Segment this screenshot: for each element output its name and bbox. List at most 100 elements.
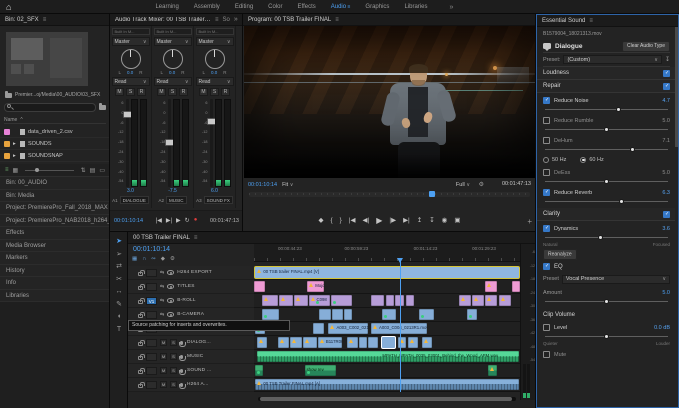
level-checkbox[interactable]: [543, 324, 550, 331]
track-solo-button[interactable]: S: [170, 367, 177, 374]
timeline-clip[interactable]: [459, 295, 471, 306]
nest-icon[interactable]: ▦: [132, 256, 137, 262]
insert-effect-slot[interactable]: Built In M...: [196, 28, 234, 35]
audio-track-header[interactable]: M S MUSIC: [128, 350, 254, 364]
video-track-header[interactable]: ⇆ H264 EXPORT: [128, 266, 254, 280]
track-lane-titles[interactable]: Mojo: [254, 280, 520, 294]
track-lock-icon[interactable]: [138, 356, 143, 360]
bin-item-row[interactable]: ▸ SOUNDSNAP: [0, 150, 110, 162]
overflow-icon[interactable]: [234, 16, 238, 23]
add-marker-icon[interactable]: ◆: [161, 256, 165, 262]
parameter-checkbox[interactable]: [543, 169, 550, 176]
mute-button[interactable]: M: [199, 88, 208, 96]
delete-icon[interactable]: ▭: [99, 167, 105, 174]
track-name[interactable]: TITLES: [177, 284, 194, 289]
extract-icon[interactable]: ↧: [429, 216, 434, 224]
panel-menu-icon[interactable]: [43, 16, 47, 23]
parameter-slider[interactable]: [545, 198, 668, 205]
volume-fader[interactable]: [168, 99, 171, 187]
panel-menu-icon[interactable]: [335, 16, 339, 23]
dynamics-slider[interactable]: [545, 234, 668, 241]
parameter-value[interactable]: 4.7: [662, 98, 670, 104]
timeline-clip[interactable]: [512, 281, 520, 292]
parameter-slider[interactable]: [545, 106, 668, 113]
parameter-checkbox[interactable]: [543, 97, 550, 104]
track-mute-button[interactable]: M: [160, 339, 167, 346]
hand-tool-icon[interactable]: ◖: [117, 313, 121, 320]
type-tool-icon[interactable]: T: [117, 326, 121, 333]
track-name[interactable]: SOUND FX: [204, 196, 233, 204]
solo-button[interactable]: S: [126, 88, 135, 96]
mark-in-icon[interactable]: {: [331, 217, 333, 224]
mark-out-icon[interactable]: }: [340, 217, 342, 224]
pan-knob[interactable]: [163, 49, 183, 69]
timeline-clip[interactable]: [371, 295, 384, 306]
pan-knob[interactable]: [121, 49, 141, 69]
track-output-eye-icon[interactable]: [167, 298, 174, 303]
timeline-clip[interactable]: [419, 309, 434, 320]
parameter-slider[interactable]: [545, 146, 668, 153]
go-to-out-icon[interactable]: ▶|: [403, 216, 410, 224]
workspace-tab[interactable]: Libraries: [404, 4, 427, 10]
mixer-tab[interactable]: Audio Track Mixer: 00 TSB Trailer FINAL: [115, 17, 211, 23]
source-patch-toggle[interactable]: [146, 353, 157, 361]
timeline-clip[interactable]: [382, 337, 395, 348]
source-patch-toggle[interactable]: [146, 283, 157, 291]
overflow-icon[interactable]: [449, 4, 453, 11]
workspace-tab[interactable]: Effects: [298, 4, 316, 10]
level-slider[interactable]: [545, 333, 668, 340]
add-marker-icon[interactable]: ◆: [319, 216, 324, 224]
clarity-section-label[interactable]: Clarity: [543, 211, 560, 217]
timeline-clip[interactable]: [485, 281, 497, 292]
razor-tool-icon[interactable]: ✂: [116, 276, 122, 283]
program-scrubber[interactable]: [249, 192, 530, 197]
pan-value[interactable]: 0.0: [127, 70, 133, 75]
output-assignment-dropdown[interactable]: Master: [196, 37, 234, 46]
sync-lock-icon[interactable]: ⇆: [160, 270, 164, 276]
track-name[interactable]: B-ROLL: [177, 298, 196, 303]
clarity-checkbox[interactable]: [663, 211, 670, 218]
linked-selection-icon[interactable]: ∾: [151, 256, 156, 262]
timeline-clip[interactable]: [294, 295, 308, 306]
workspace-tab[interactable]: Editing: [235, 4, 253, 10]
amount-value[interactable]: 5.0: [662, 290, 670, 296]
sync-lock-icon[interactable]: ⇆: [160, 284, 164, 290]
compare-view-icon[interactable]: ▣: [454, 216, 460, 224]
track-mute-button[interactable]: M: [160, 381, 167, 388]
repair-section-label[interactable]: Repair: [543, 83, 561, 89]
timeline-clip[interactable]: [257, 337, 268, 348]
volume-fader[interactable]: [126, 99, 129, 187]
timeline-horizontal-scrollbar[interactable]: [258, 397, 516, 401]
track-name[interactable]: MUSIC: [166, 196, 187, 204]
bin-item-row[interactable]: data_driven_2.csv: [0, 126, 110, 138]
timeline-clip[interactable]: [472, 295, 484, 306]
track-solo-button[interactable]: S: [170, 381, 177, 388]
timeline-clip[interactable]: 00 TSB trailer FINAL.mp4 [V]: [255, 267, 518, 278]
stacked-panel-tab[interactable]: Media Browser: [0, 240, 110, 253]
audio-track-header[interactable]: M S H264 A...: [128, 378, 254, 392]
settings-icon[interactable]: ⚙: [170, 256, 175, 262]
timeline-clip[interactable]: [382, 309, 397, 320]
track-lock-icon[interactable]: [138, 300, 143, 304]
record-icon[interactable]: ●: [194, 217, 198, 224]
workspace-tab[interactable]: Audio: [331, 4, 351, 10]
track-lane-v5[interactable]: 00 TSB trailer FINAL.mp4 [V]: [254, 266, 520, 280]
snap-icon[interactable]: ∩: [142, 256, 146, 262]
track-name[interactable]: DIALOGUE: [120, 196, 149, 204]
track-solo-button[interactable]: S: [170, 339, 177, 346]
track-mute-button[interactable]: M: [160, 367, 167, 374]
fader-db-value[interactable]: -7.5: [168, 188, 177, 194]
sync-lock-icon[interactable]: ⇆: [160, 298, 164, 304]
track-lock-icon[interactable]: [138, 272, 143, 276]
audio-track-header[interactable]: M S SOUND ...: [128, 364, 254, 378]
expand-chevron-icon[interactable]: ▸: [13, 141, 17, 147]
timeline-clip[interactable]: B117R003: [318, 337, 342, 348]
reanalyze-button[interactable]: Reanalyze: [543, 249, 577, 260]
slip-tool-icon[interactable]: ↔: [116, 288, 123, 295]
search-input[interactable]: [4, 103, 96, 112]
timeline-clip[interactable]: [279, 295, 292, 306]
timeline-clip[interactable]: [406, 295, 414, 306]
workspace-tab[interactable]: Assembly: [194, 4, 220, 10]
track-lane-h264-audio[interactable]: 00 TSB Trailer FINAL.mp4 [A]: [254, 378, 520, 392]
list-header[interactable]: Name ^: [4, 116, 106, 124]
